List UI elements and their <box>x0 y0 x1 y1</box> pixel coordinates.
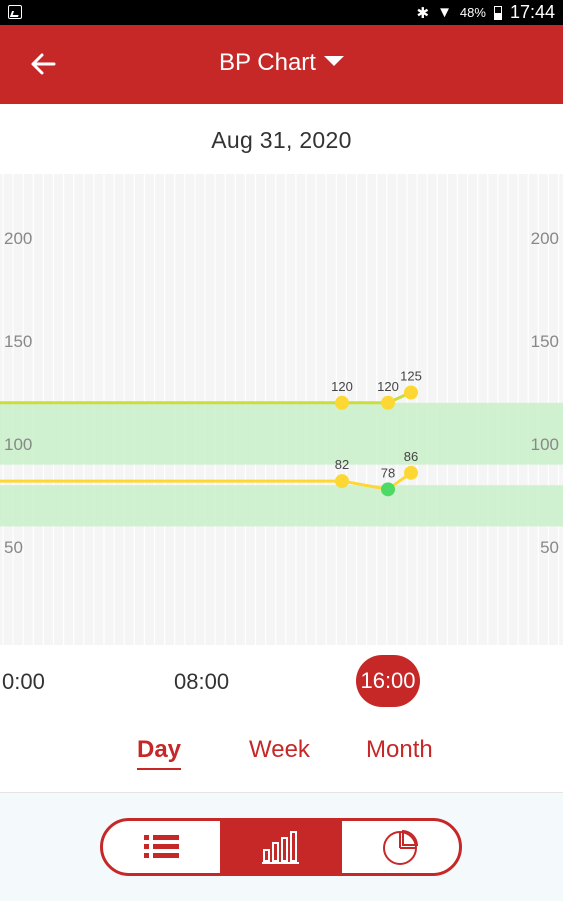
chart-view-button[interactable] <box>220 821 342 873</box>
view-mode-bar <box>0 792 563 901</box>
data-point <box>404 385 418 400</box>
tab-month[interactable]: Month <box>366 736 433 764</box>
y-tick-label-left: 200 <box>4 229 32 248</box>
normal-range-band <box>0 485 563 527</box>
battery-icon <box>493 5 502 20</box>
data-point <box>404 465 418 480</box>
y-tick-label-right: 50 <box>540 538 559 557</box>
time-axis: 0:00 08:00 16:00 <box>0 645 563 720</box>
y-tick-label-right: 150 <box>531 332 559 351</box>
page-title: BP Chart <box>219 49 316 76</box>
normal-range-band <box>0 402 563 465</box>
time-label-selected[interactable]: 16:00 <box>356 655 420 707</box>
selected-date[interactable]: Aug 31, 2020 <box>0 104 563 174</box>
bar-chart-icon <box>261 831 299 864</box>
time-label-mid: 08:00 <box>174 669 230 694</box>
status-bar: ✱ ▼ 48% 17:44 <box>0 0 563 25</box>
view-mode-toggle <box>100 818 462 876</box>
y-tick-label-left: 50 <box>4 538 23 557</box>
bluetooth-icon: ✱ <box>416 4 430 22</box>
period-tabs: Day Week Month <box>0 720 563 792</box>
data-point <box>335 395 349 410</box>
data-label: 78 <box>381 465 395 480</box>
data-label: 82 <box>335 457 349 472</box>
clock: 17:44 <box>509 2 555 22</box>
pie-chart-icon <box>383 829 419 865</box>
y-tick-label-left: 100 <box>4 435 32 454</box>
list-view-button[interactable] <box>103 821 220 873</box>
app-bar: BP Chart <box>0 25 563 104</box>
battery-percent: 48% <box>459 5 486 20</box>
y-tick-label-right: 100 <box>531 435 559 454</box>
image-notification-icon <box>8 5 22 19</box>
y-tick-label-right: 200 <box>531 229 559 248</box>
data-point <box>381 482 395 497</box>
y-tick-label-left: 150 <box>4 332 32 351</box>
data-label: 120 <box>377 379 399 394</box>
time-label-start: 0:00 <box>2 669 45 694</box>
bp-chart[interactable]: 200 200150 150100 10050 50120 120125827886 <box>0 174 563 645</box>
chart-type-dropdown[interactable]: BP Chart <box>0 49 563 77</box>
pie-view-button[interactable] <box>342 821 459 873</box>
data-label: 120 <box>331 379 353 394</box>
tab-week[interactable]: Week <box>249 736 310 764</box>
data-label: 86 <box>404 449 418 464</box>
list-icon <box>143 835 179 858</box>
data-point <box>381 395 395 410</box>
data-label: 125 <box>400 369 422 384</box>
tab-day[interactable]: Day <box>137 736 182 770</box>
dropdown-caret-icon <box>323 55 344 66</box>
wifi-icon: ▼ <box>437 4 452 21</box>
data-point <box>335 474 349 489</box>
